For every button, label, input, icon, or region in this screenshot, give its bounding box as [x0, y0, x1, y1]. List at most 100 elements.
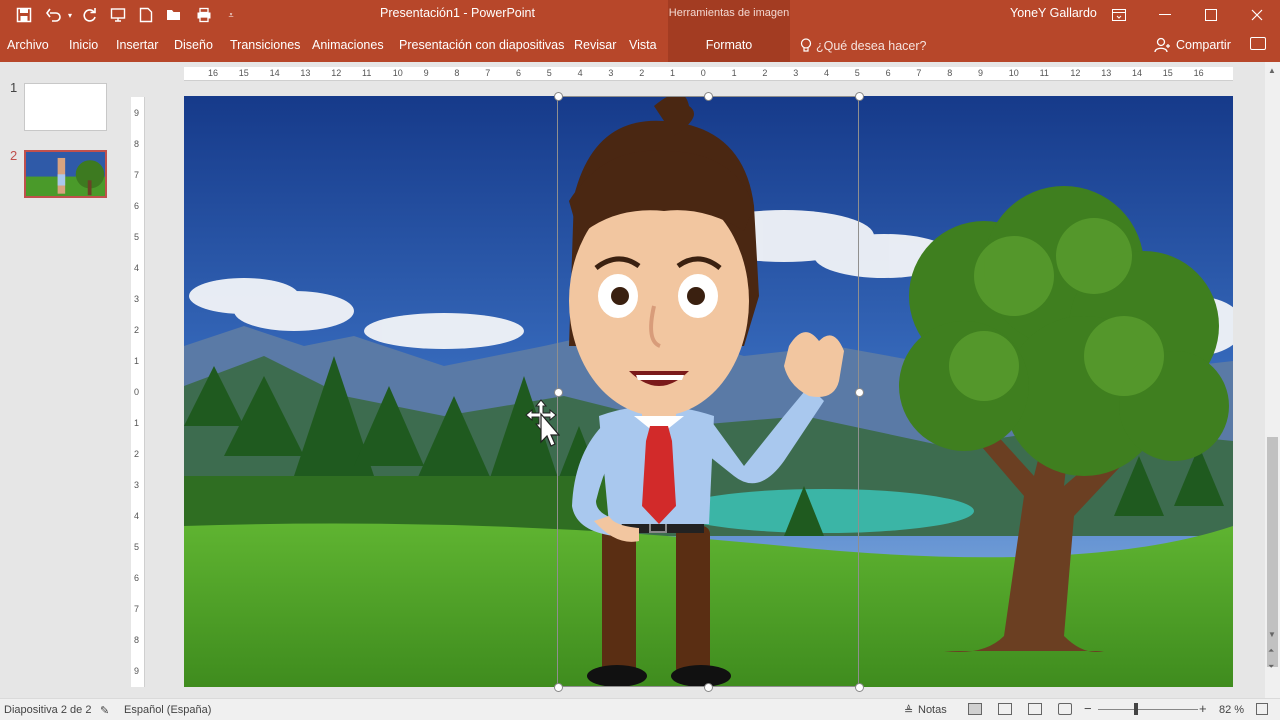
- ruler-tick-label: 4: [824, 68, 830, 78]
- ruler-tick-label: 13: [300, 68, 311, 78]
- ruler-tick-label: 8: [134, 139, 140, 149]
- normal-view-icon[interactable]: [968, 703, 982, 715]
- search-placeholder: ¿Qué desea hacer?: [816, 38, 927, 53]
- share-label: Compartir: [1176, 38, 1231, 52]
- next-slide-icon[interactable]: ⏷: [1268, 662, 1274, 672]
- ruler-tick-label: 12: [1070, 68, 1081, 78]
- resize-handle-left[interactable]: [553, 387, 563, 397]
- zoom-in-button[interactable]: +: [1199, 701, 1207, 716]
- zoom-slider-track[interactable]: [1098, 709, 1198, 710]
- ruler-tick-label: 6: [134, 573, 140, 583]
- undo-icon[interactable]: [42, 4, 66, 26]
- ruler-tick-label: 8: [947, 68, 953, 78]
- ruler-tick-label: 4: [577, 68, 583, 78]
- ruler-tick-label: 1: [134, 418, 140, 428]
- lightbulb-icon: [800, 38, 812, 52]
- save-icon[interactable]: [12, 4, 36, 26]
- ruler-tick-label: 11: [1039, 68, 1049, 78]
- ruler-tick-label: 9: [423, 68, 429, 78]
- language-indicator[interactable]: Español (España): [124, 704, 211, 716]
- undo-dropdown-icon[interactable]: ▾: [64, 4, 76, 26]
- open-folder-icon[interactable]: [162, 4, 186, 26]
- tab-animaciones[interactable]: Animaciones: [312, 38, 384, 52]
- ruler-tick-label: 6: [134, 201, 140, 211]
- ruler-tick-label: 3: [134, 480, 140, 490]
- resize-handle-top-left[interactable]: [553, 91, 563, 101]
- tab-diseno[interactable]: Diseño: [174, 38, 213, 52]
- close-icon[interactable]: [1234, 0, 1280, 30]
- ruler-tick-label: 7: [134, 604, 140, 614]
- resize-handle-bottom-left[interactable]: [553, 682, 563, 692]
- ruler-tick-label: 5: [854, 68, 860, 78]
- move-cursor-icon: [525, 399, 560, 447]
- tab-presentacion[interactable]: Presentación con diapositivas: [399, 38, 564, 52]
- previous-slide-icon[interactable]: ⏶: [1268, 646, 1274, 656]
- print-icon[interactable]: [192, 4, 216, 26]
- redo-icon[interactable]: [78, 4, 102, 26]
- horizontal-ruler[interactable]: 16 15 14 13 12 11 10 9 8 7 6 5 4 3 2 1 0 1 2 3 4 5 6 7 8 9 10 11 12 1…: [184, 67, 1233, 81]
- minimize-icon[interactable]: [1142, 0, 1188, 30]
- resize-handle-bottom[interactable]: [703, 682, 713, 692]
- ruler-tick-label: 7: [134, 170, 140, 180]
- resize-handle-top-right[interactable]: [854, 91, 864, 101]
- tell-me-search[interactable]: ¿Qué desea hacer?: [800, 38, 927, 53]
- ruler-tick-label: 2: [134, 325, 140, 335]
- ruler-tick-label: 14: [1132, 68, 1143, 78]
- zoom-slider-thumb[interactable]: [1134, 703, 1138, 715]
- window-title: Presentación1 - PowerPoint: [380, 6, 535, 20]
- ruler-tick-label: 15: [238, 68, 249, 78]
- slide-thumbnail-1[interactable]: [24, 83, 107, 131]
- ruler-tick-label: 16: [208, 68, 219, 78]
- ruler-tick-label: 14: [269, 68, 280, 78]
- slideshow-view-icon[interactable]: [1058, 703, 1072, 715]
- resize-handle-right[interactable]: [854, 387, 864, 397]
- ruler-tick-label: 5: [546, 68, 552, 78]
- scroll-down-icon[interactable]: ▼: [1268, 630, 1276, 639]
- slide-thumbnails-pane: 1 2: [0, 62, 128, 698]
- spellcheck-icon[interactable]: ✎: [100, 704, 109, 717]
- title-bar: ▾ ⩡ Presentación1 - PowerPoint Herramien…: [0, 0, 1280, 30]
- user-name[interactable]: YoneY Gallardo: [1010, 6, 1097, 20]
- tab-archivo[interactable]: Archivo: [7, 38, 49, 52]
- resize-handle-bottom-right[interactable]: [854, 682, 864, 692]
- reading-view-icon[interactable]: [1028, 703, 1042, 715]
- comments-icon[interactable]: [1250, 37, 1266, 50]
- tab-insertar[interactable]: Insertar: [116, 38, 158, 52]
- tab-transiciones[interactable]: Transiciones: [230, 38, 300, 52]
- tab-revisar[interactable]: Revisar: [574, 38, 616, 52]
- ruler-tick-label: 0: [134, 387, 140, 397]
- customize-toolbar-icon[interactable]: ⩡: [222, 4, 240, 26]
- person-icon: [1154, 37, 1170, 53]
- ribbon-display-options-icon[interactable]: [1096, 0, 1142, 30]
- scroll-up-icon[interactable]: ▲: [1268, 66, 1276, 75]
- ruler-tick-label: 1: [670, 68, 676, 78]
- slide-canvas[interactable]: [184, 96, 1233, 687]
- ruler-tick-label: 9: [134, 666, 140, 676]
- notes-icon[interactable]: ≜: [904, 704, 913, 717]
- tab-inicio[interactable]: Inicio: [69, 38, 98, 52]
- slide-background-image: [184, 96, 1233, 687]
- start-from-beginning-icon[interactable]: [106, 4, 130, 26]
- zoom-out-button[interactable]: −: [1084, 701, 1092, 716]
- ruler-tick-label: 2: [639, 68, 645, 78]
- notes-button[interactable]: Notas: [918, 704, 947, 716]
- vertical-scrollbar[interactable]: ▲ ▼ ⏶ ⏷: [1265, 62, 1280, 698]
- ruler-tick-label: 5: [134, 542, 140, 552]
- maximize-icon[interactable]: [1188, 0, 1234, 30]
- tab-formato[interactable]: Formato: [668, 30, 790, 62]
- vertical-ruler[interactable]: 9 8 7 6 5 4 3 2 1 0 1 2 3 4 5 6 7 8 9: [131, 97, 145, 687]
- zoom-level[interactable]: 82 %: [1219, 704, 1244, 716]
- new-file-icon[interactable]: [134, 4, 158, 26]
- resize-handle-top[interactable]: [703, 91, 713, 101]
- fit-slide-icon[interactable]: [1256, 703, 1268, 715]
- ruler-tick-label: 7: [485, 68, 491, 78]
- share-button[interactable]: Compartir: [1154, 37, 1231, 53]
- tab-vista[interactable]: Vista: [629, 38, 657, 52]
- ruler-tick-label: 3: [134, 294, 140, 304]
- thumbnail-preview-image: [26, 152, 105, 196]
- ruler-tick-label: 4: [134, 263, 140, 273]
- ruler-tick-label: 1: [134, 356, 140, 366]
- slide-thumbnail-2[interactable]: [24, 150, 107, 198]
- ruler-tick-label: 15: [1162, 68, 1173, 78]
- slide-sorter-icon[interactable]: [998, 703, 1012, 715]
